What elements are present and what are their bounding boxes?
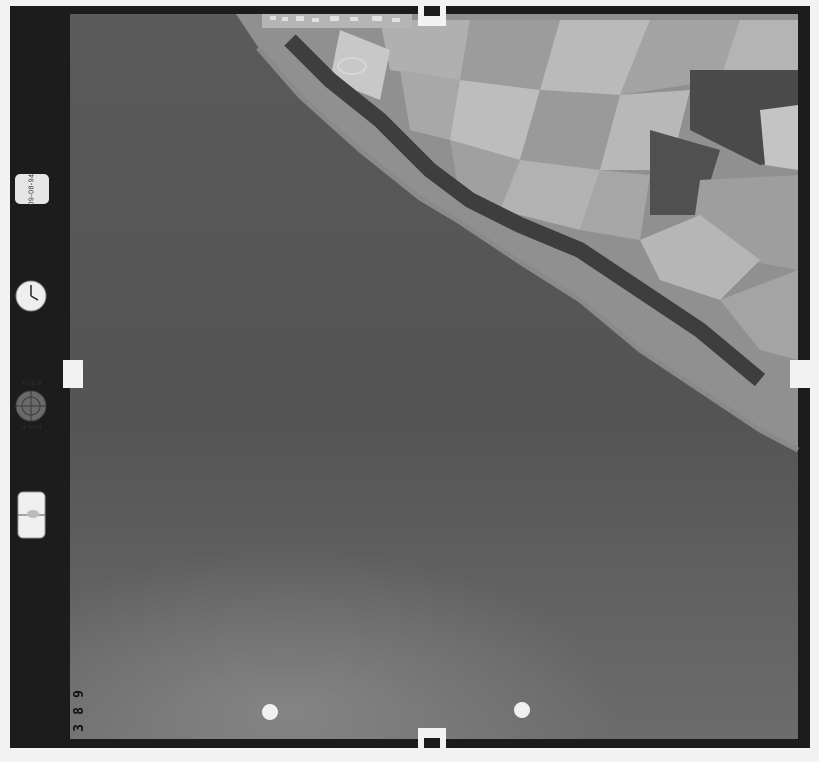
frame-digit-2: 8 <box>71 707 87 715</box>
aerial-photo-scene <box>0 0 819 762</box>
altimeter-panel: 6 153,18 Nr 11974 <box>12 380 51 432</box>
frame-digit-3: 3 <box>71 724 87 732</box>
frame-number: 9 8 3 <box>71 687 87 735</box>
altimeter-bottom-label: Nr 11974 <box>21 425 42 431</box>
town-built-area <box>262 14 412 28</box>
date-label: 09-08-94 <box>28 172 36 206</box>
sun-glare <box>70 380 798 739</box>
calibration-dot-right <box>514 702 530 718</box>
calibration-dot-left <box>262 704 278 720</box>
frame-digit-1: 9 <box>71 690 87 698</box>
altimeter-top-label: 6 153,18 <box>21 381 42 387</box>
date-label-panel: 09-08-94 <box>15 172 49 206</box>
